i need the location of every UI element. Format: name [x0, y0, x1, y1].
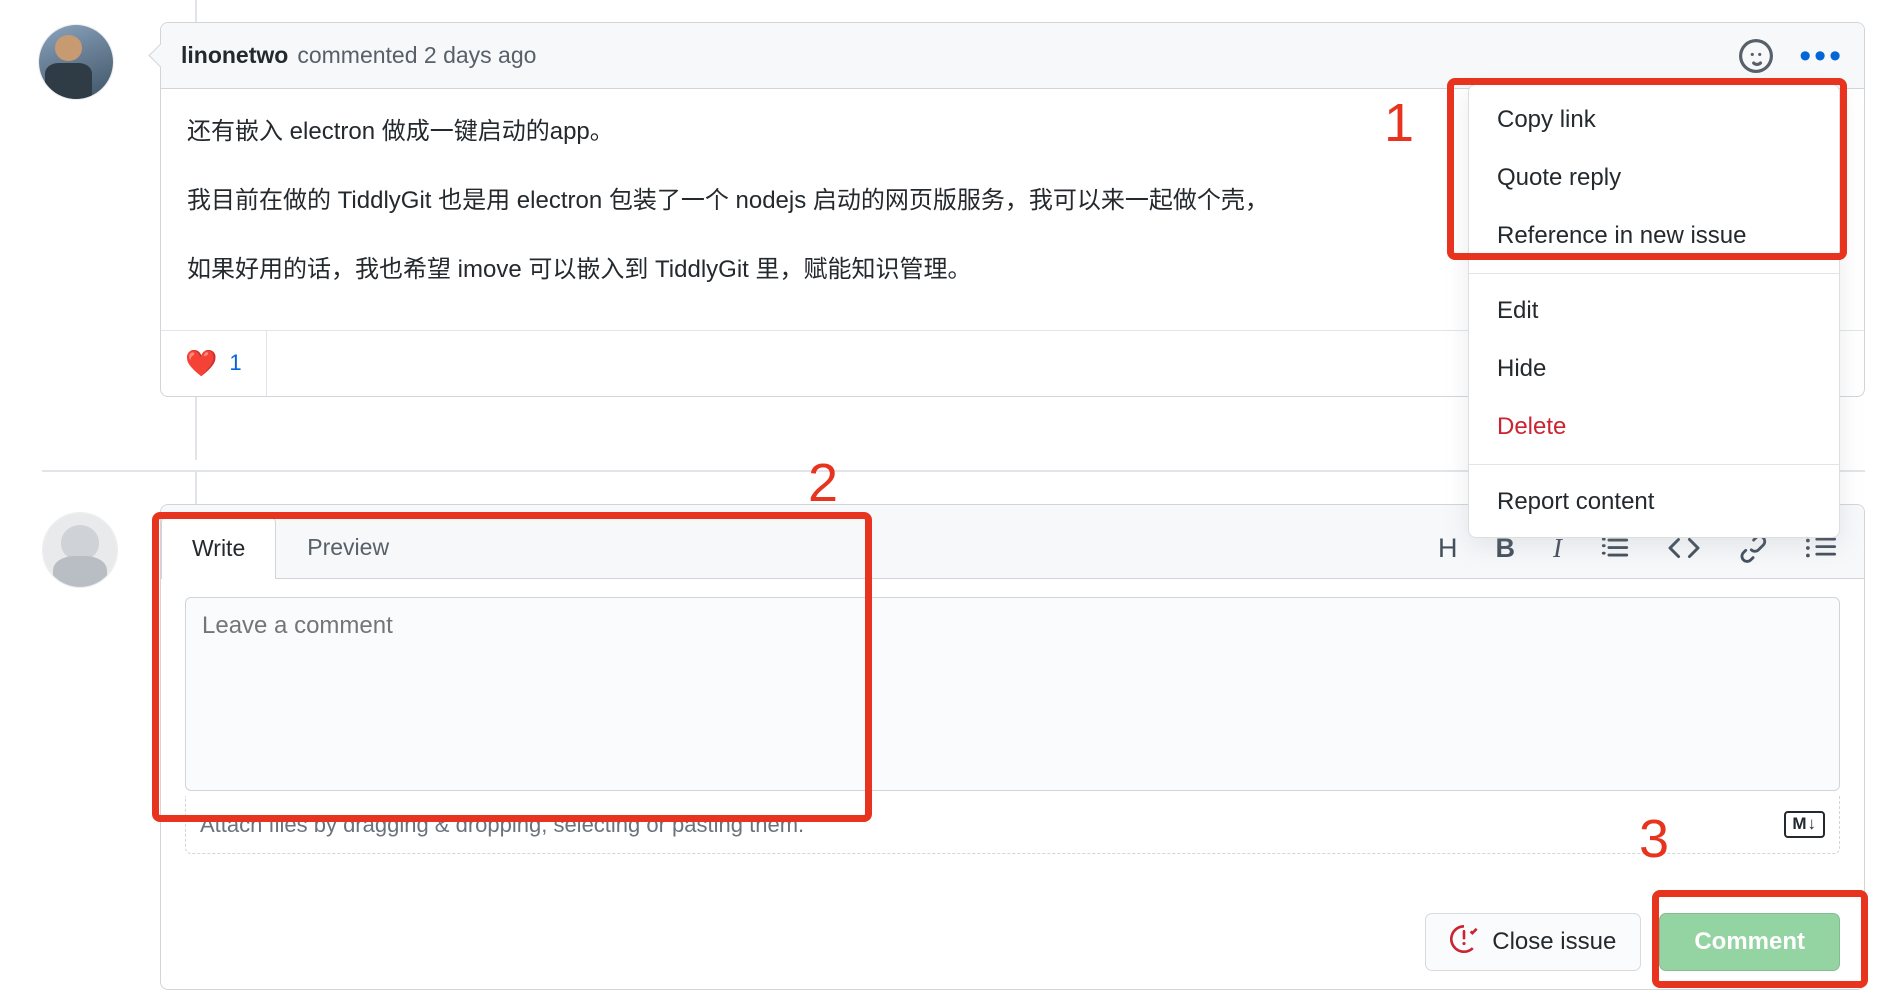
markdown-toolbar: H B I: [1438, 532, 1864, 578]
comment-timestamp: commented 2 days ago: [297, 42, 537, 68]
annotation-number-3: 3: [1639, 809, 1670, 869]
comment-input[interactable]: [185, 597, 1840, 791]
heart-icon: ❤️: [185, 347, 218, 378]
tab-write[interactable]: Write: [161, 516, 277, 579]
comment-author-name[interactable]: linonetwo: [181, 42, 288, 69]
annotation-number-2: 2: [808, 453, 839, 513]
annotation-number-1: 1: [1384, 93, 1415, 153]
menu-item-delete[interactable]: Delete: [1469, 398, 1839, 456]
dropzone-label: Attach files by dragging & dropping, sel…: [200, 811, 805, 837]
avatar-image: [39, 25, 113, 99]
avatar-image: [43, 513, 117, 587]
avatar-current-user[interactable]: [42, 512, 118, 588]
editor-area: [161, 579, 1864, 796]
new-comment-form: Write Preview H B I Leave a comment Atta…: [160, 504, 1865, 990]
tab-preview[interactable]: Preview: [276, 516, 420, 578]
menu-item-edit[interactable]: Edit: [1469, 282, 1839, 340]
comment-header: linonetwo commented 2 days ago •••: [161, 23, 1864, 89]
menu-item-hide[interactable]: Hide: [1469, 340, 1839, 398]
menu-item-report-content[interactable]: Report content: [1469, 473, 1839, 531]
heading-icon[interactable]: H: [1438, 533, 1458, 564]
attach-files-dropzone[interactable]: Attach files by dragging & dropping, sel…: [185, 796, 1840, 854]
menu-separator: [1469, 464, 1839, 465]
comment-header-actions: •••: [1739, 38, 1844, 73]
menu-separator: [1469, 273, 1839, 274]
submit-comment-label: Comment: [1694, 928, 1805, 955]
reaction-heart[interactable]: ❤️ 1: [161, 330, 267, 396]
submit-comment-button[interactable]: Comment: [1659, 913, 1840, 971]
menu-item-copy-link[interactable]: Copy link: [1469, 91, 1839, 149]
menu-item-quote-reply[interactable]: Quote reply: [1469, 149, 1839, 207]
reaction-count: 1: [229, 350, 242, 376]
add-reaction-icon[interactable]: [1739, 38, 1774, 73]
comment-kebab-menu-icon[interactable]: •••: [1799, 39, 1844, 73]
form-actions: Close issue Comment: [1425, 913, 1840, 971]
close-issue-button[interactable]: Close issue: [1425, 913, 1642, 971]
markdown-supported-icon: M↓: [1784, 811, 1825, 838]
comment-actions-menu: Copy link Quote reply Reference in new i…: [1468, 84, 1840, 538]
avatar-comment-author[interactable]: [38, 24, 114, 100]
close-issue-icon: [1450, 924, 1478, 960]
github-issue-page: linonetwo commented 2 days ago ••• 还有嵌入 …: [0, 0, 1884, 996]
close-issue-label: Close issue: [1492, 928, 1617, 955]
menu-item-reference-in-new-issue[interactable]: Reference in new issue: [1469, 207, 1839, 265]
